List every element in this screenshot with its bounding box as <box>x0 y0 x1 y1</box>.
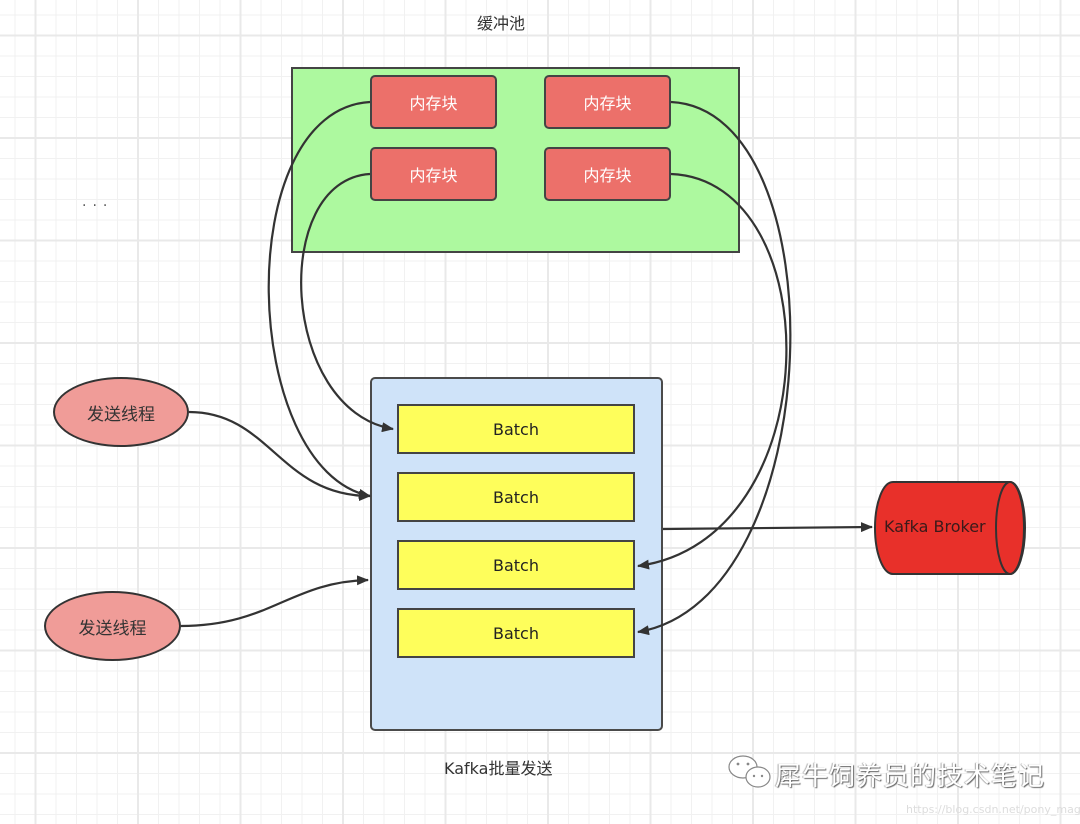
connector-container-broker <box>662 522 873 533</box>
watermark-text: 犀牛饲养员的技术笔记 <box>775 762 1046 792</box>
batch-container-title: Kafka批量发送 <box>444 759 553 778</box>
watermark-url: https://blog.csdn.net/pony_maggie <box>906 803 1080 816</box>
connectors <box>180 100 1026 636</box>
connector-block3-batch1 <box>300 172 394 433</box>
connector-thread1-batch2 <box>188 410 371 501</box>
connector-block1-batch2 <box>267 100 371 499</box>
connector-block4-batch3 <box>637 172 788 570</box>
connector-block2-batch4 <box>637 100 792 636</box>
connector-thread2-container <box>180 575 369 628</box>
kafka-broker-label: Kafka Broker <box>884 517 986 536</box>
